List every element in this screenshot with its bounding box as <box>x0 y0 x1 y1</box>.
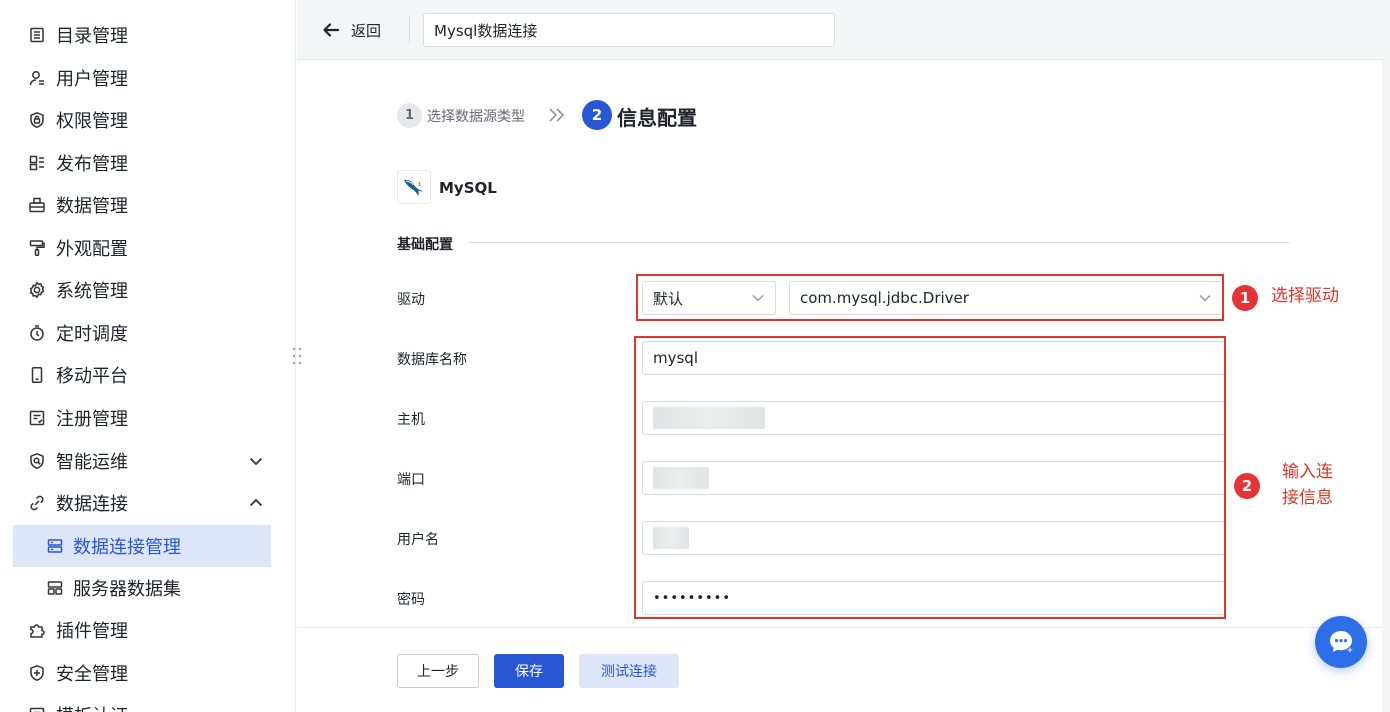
sidebar-item-register[interactable]: 注册管理 <box>0 397 296 439</box>
section-divider <box>469 242 1290 243</box>
arrow-left-icon <box>323 23 340 37</box>
register-icon <box>28 409 46 427</box>
chevron-up-icon[interactable] <box>247 494 265 512</box>
server-icon <box>46 537 64 555</box>
dataset-icon <box>46 579 64 597</box>
sidebar-item-permissions[interactable]: 权限管理 <box>0 99 296 141</box>
sidebar-item-publish[interactable]: 发布管理 <box>0 142 296 184</box>
sidebar-item-label: 发布管理 <box>56 154 128 175</box>
dolphin-icon <box>404 179 423 196</box>
divider <box>409 17 410 43</box>
section-title: 基础配置 <box>397 237 453 253</box>
sidebar-item-label: 服务器数据集 <box>73 579 181 600</box>
test-connection-button[interactable]: 测试连接 <box>579 654 679 688</box>
sidebar-item-label: 安全管理 <box>56 664 128 685</box>
annotation-text-2a: 输入连 <box>1282 462 1333 482</box>
scrollbar[interactable] <box>1382 0 1390 712</box>
sidebar-item-appearance[interactable]: 外观配置 <box>0 227 296 269</box>
database-name-label: 数据库名称 <box>397 352 467 368</box>
catalog-icon <box>28 26 46 44</box>
sidebar-item-label: 数据连接管理 <box>73 537 181 558</box>
publish-icon <box>28 154 46 172</box>
sidebar-item-data[interactable]: 数据管理 <box>0 184 296 226</box>
mobile-icon <box>28 366 46 384</box>
sidebar-item-data-connection[interactable]: 数据连接 <box>0 482 296 524</box>
sidebar-item-plugins[interactable]: 插件管理 <box>0 609 296 651</box>
sidebar-item-label: 权限管理 <box>56 111 128 132</box>
step-1-number: 1 <box>397 103 422 128</box>
double-chevron-right-icon <box>549 108 565 122</box>
sidebar-item-security[interactable]: 安全管理 <box>0 652 296 694</box>
sidebar-item-label: 数据连接 <box>56 494 128 515</box>
user-icon <box>28 69 46 87</box>
sidebar-item-smart-ops[interactable]: 智能运维 <box>0 440 296 482</box>
sidebar-item-schedule[interactable]: 定时调度 <box>0 312 296 354</box>
mysql-logo <box>397 170 431 204</box>
sidebar: 目录管理 用户管理 权限管理 发布管理 数据管理 外观配置 系统管理 定时调度 … <box>0 0 296 712</box>
puzzle-icon <box>28 621 46 639</box>
sidebar-item-label: 模板认证 <box>56 702 128 712</box>
sidebar-subitem-server-dataset[interactable]: 服务器数据集 <box>13 567 271 609</box>
gear-icon <box>28 281 46 299</box>
sidebar-item-label: 定时调度 <box>56 324 128 345</box>
sidebar-item-label: 注册管理 <box>56 409 128 430</box>
annotation-box-driver <box>636 274 1224 321</box>
sidebar-item-label: 智能运维 <box>56 452 128 473</box>
chevron-down-icon[interactable] <box>247 452 265 470</box>
sidebar-item-label: 插件管理 <box>56 621 128 642</box>
database-type-name: MySQL <box>439 179 497 197</box>
sidebar-item-label: 系统管理 <box>56 281 128 302</box>
driver-label: 驱动 <box>397 292 425 308</box>
sidebar-item-label: 目录管理 <box>56 26 128 47</box>
step-2-label: 信息配置 <box>617 106 697 130</box>
username-label: 用户名 <box>397 532 439 548</box>
save-button[interactable]: 保存 <box>494 654 564 688</box>
sidebar-item-label: 外观配置 <box>56 239 128 260</box>
template-icon <box>28 706 46 712</box>
annotation-badge-2: 2 <box>1234 473 1260 499</box>
host-label: 主机 <box>397 412 425 428</box>
annotation-text-2b: 接信息 <box>1282 488 1333 508</box>
password-label: 密码 <box>397 592 425 608</box>
sidebar-item-users[interactable]: 用户管理 <box>0 57 296 99</box>
shield-plus-icon <box>28 664 46 682</box>
database-icon <box>28 196 46 214</box>
sidebar-item-template[interactable]: 模板认证 <box>0 694 296 712</box>
back-button[interactable]: 返回 <box>321 17 381 43</box>
sidebar-item-label: 移动平台 <box>56 366 128 387</box>
link-icon <box>28 494 46 512</box>
connection-name-input[interactable] <box>423 13 835 47</box>
sidebar-subitem-connection-manage[interactable]: 数据连接管理 <box>13 525 271 567</box>
annotation-box-connection-info <box>634 336 1226 619</box>
back-label: 返回 <box>351 21 382 40</box>
shield-lock-icon <box>28 111 46 129</box>
footer-divider <box>297 627 1390 628</box>
sidebar-item-label: 用户管理 <box>56 69 128 90</box>
smart-ops-icon <box>28 452 46 470</box>
step-1-label[interactable]: 选择数据源类型 <box>427 106 525 126</box>
annotation-badge-1: 1 <box>1232 285 1258 311</box>
sidebar-item-mobile[interactable]: 移动平台 <box>0 354 296 396</box>
paint-roller-icon <box>28 239 46 257</box>
top-bar: 返回 <box>297 0 1390 60</box>
resize-handle-icon[interactable] <box>291 346 303 366</box>
sidebar-item-system[interactable]: 系统管理 <box>0 269 296 311</box>
port-label: 端口 <box>397 472 425 488</box>
step-2-number: 2 <box>582 100 612 130</box>
chat-bubble-icon <box>1330 631 1353 653</box>
annotation-text-1: 选择驱动 <box>1271 286 1339 306</box>
chat-assistant-button[interactable] <box>1315 616 1367 668</box>
timer-icon <box>28 324 46 342</box>
previous-step-button[interactable]: 上一步 <box>397 654 479 688</box>
sidebar-item-catalog[interactable]: 目录管理 <box>0 14 296 56</box>
sidebar-item-label: 数据管理 <box>56 196 128 217</box>
